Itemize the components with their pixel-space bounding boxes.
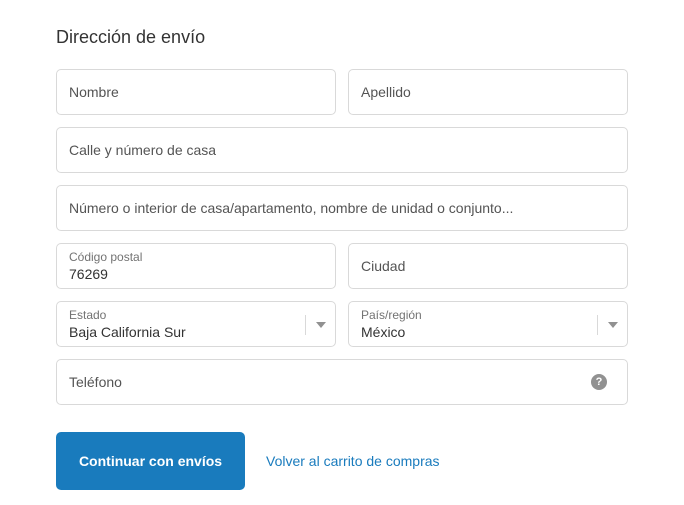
- apartment-placeholder: Número o interior de casa/apartamento, n…: [69, 200, 514, 216]
- state-label: Estado: [69, 308, 107, 322]
- last-name-field[interactable]: Apellido: [348, 69, 628, 115]
- country-select[interactable]: País/región México: [348, 301, 628, 347]
- city-field[interactable]: Ciudad: [348, 243, 628, 289]
- select-divider: [305, 315, 306, 335]
- country-label: País/región: [361, 308, 422, 322]
- last-name-placeholder: Apellido: [361, 84, 411, 100]
- back-to-cart-link[interactable]: Volver al carrito de compras: [266, 453, 440, 469]
- street-address-placeholder: Calle y número de casa: [69, 142, 217, 158]
- section-title: Dirección de envío: [56, 27, 206, 47]
- postal-code-label: Código postal: [69, 250, 143, 264]
- apartment-field[interactable]: Número o interior de casa/apartamento, n…: [56, 185, 628, 231]
- first-name-placeholder: Nombre: [69, 84, 119, 100]
- street-address-field[interactable]: Calle y número de casa: [56, 127, 628, 173]
- state-select[interactable]: Estado Baja California Sur: [56, 301, 336, 347]
- state-value: Baja California Sur: [69, 324, 186, 340]
- postal-code-value: 76269: [69, 266, 108, 282]
- city-placeholder: Ciudad: [361, 258, 406, 274]
- continue-to-shipping-button[interactable]: Continuar con envíos: [56, 432, 245, 490]
- question-mark-icon[interactable]: ?: [591, 374, 607, 390]
- country-value: México: [361, 324, 406, 340]
- chevron-down-icon: [316, 322, 326, 328]
- chevron-down-icon: [608, 322, 618, 328]
- first-name-field[interactable]: Nombre: [56, 69, 336, 115]
- select-divider: [597, 315, 598, 335]
- phone-field[interactable]: Teléfono ?: [56, 359, 628, 405]
- phone-placeholder: Teléfono: [69, 374, 122, 390]
- postal-code-field[interactable]: Código postal 76269: [56, 243, 336, 289]
